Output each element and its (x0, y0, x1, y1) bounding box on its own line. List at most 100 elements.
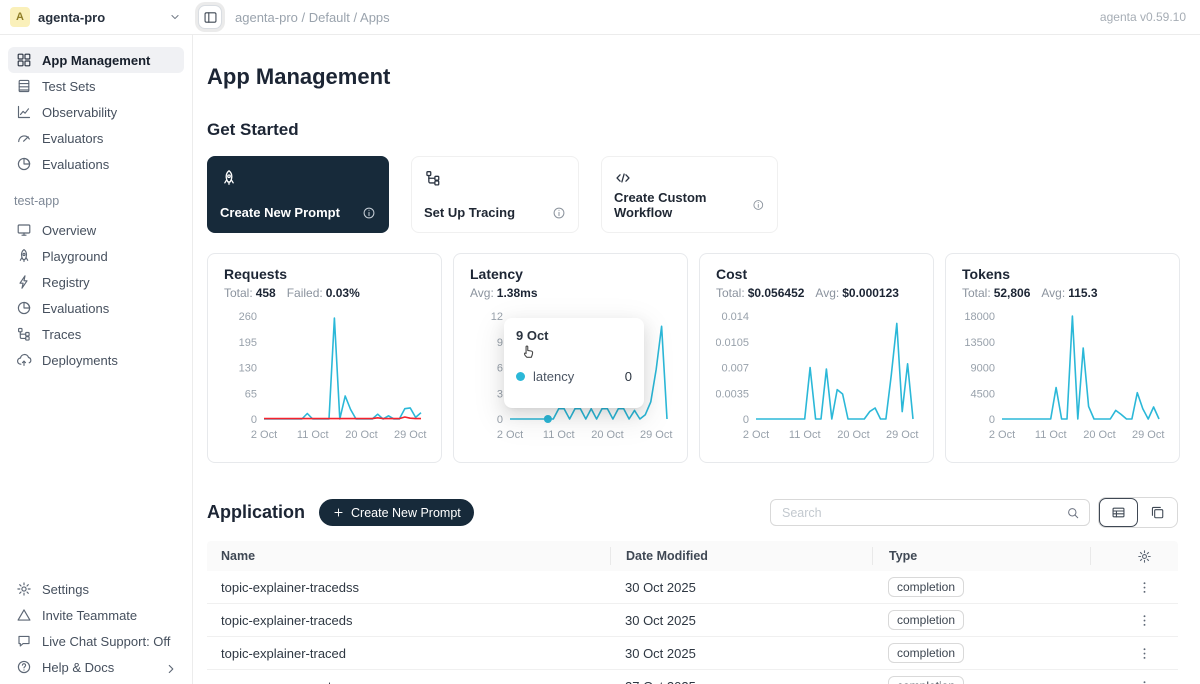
sidebar-item-playground[interactable]: Playground (8, 243, 184, 269)
svg-text:0: 0 (251, 414, 257, 426)
rocket-icon (16, 248, 32, 264)
info-icon[interactable] (752, 198, 765, 212)
svg-text:29 Oct: 29 Oct (1132, 429, 1164, 441)
sidebar-item-app-management[interactable]: App Management (8, 47, 184, 73)
search-input[interactable] (780, 505, 1066, 521)
metric-stat: Avg:1.38ms (470, 286, 538, 300)
svg-text:2 Oct: 2 Oct (743, 429, 769, 441)
svg-text:29 Oct: 29 Oct (394, 429, 426, 441)
triangle-icon (16, 607, 32, 623)
info-icon[interactable] (552, 206, 566, 220)
sidebar-item-label: Playground (42, 249, 108, 264)
metric-stats: Total:458Failed:0.03% (224, 286, 425, 300)
table-settings-gear-icon[interactable] (1137, 549, 1152, 564)
set-up-tracing-card[interactable]: Set Up Tracing (411, 156, 579, 233)
workspace-selector[interactable]: A agenta-pro (10, 7, 182, 27)
sidebar-item-evaluations[interactable]: Evaluations (8, 151, 184, 177)
chevron-right-icon (163, 661, 176, 674)
sidebar-item-label: Invite Teammate (42, 608, 137, 623)
sidebar-item-observability[interactable]: Observability (8, 99, 184, 125)
svg-text:65: 65 (245, 388, 257, 400)
bolt-icon (16, 274, 32, 290)
app-date-modified: 30 Oct 2025 (610, 646, 872, 661)
metric-title: Requests (224, 266, 425, 282)
sidebar-item-evaluators[interactable]: Evaluators (8, 125, 184, 151)
sidebar-item-settings[interactable]: Settings (8, 576, 184, 602)
metric-stat: Avg:115.3 (1041, 286, 1097, 300)
set-up-tracing-label: Set Up Tracing (424, 205, 515, 220)
row-more-actions-icon[interactable] (1137, 580, 1152, 595)
sidebar-item-label: Evaluations (42, 157, 109, 172)
sidebar-item-overview[interactable]: Overview (8, 217, 184, 243)
sidebar: App ManagementTest SetsObservabilityEval… (0, 35, 193, 684)
table-row[interactable]: topic-explainer-traceds30 Oct 2025comple… (207, 604, 1178, 637)
chart-plot[interactable]: 2601951306502 Oct11 Oct20 Oct29 Oct (224, 302, 427, 452)
type-badge: completion (888, 610, 964, 630)
row-more-actions-icon[interactable] (1137, 613, 1152, 628)
card-view-button[interactable] (1138, 498, 1177, 527)
app-type: completion (872, 676, 1090, 684)
table-row[interactable]: career-assessment27 Oct 2025completion (207, 670, 1178, 684)
type-badge: completion (888, 676, 964, 684)
create-new-prompt-card[interactable]: Create New Prompt (207, 156, 389, 233)
sidebar-item-test-sets[interactable]: Test Sets (8, 73, 184, 99)
search-icon[interactable] (1066, 506, 1080, 520)
sidebar-toggle-button[interactable] (198, 5, 222, 29)
chart-plot[interactable]: 18000135009000450002 Oct11 Oct20 Oct29 O… (962, 302, 1165, 452)
table-header-row: Name Date Modified Type (207, 541, 1178, 571)
metric-card-tokens: TokensTotal:52,806Avg:115.31800013500900… (945, 253, 1180, 463)
sidebar-item-label: App Management (42, 53, 150, 68)
sidebar-item-label: Settings (42, 582, 89, 597)
workspace-avatar: A (10, 7, 30, 27)
app-date-modified: 30 Oct 2025 (610, 613, 872, 628)
svg-text:11 Oct: 11 Oct (789, 429, 821, 441)
sidebar-section-label: test-app (14, 194, 184, 208)
gear-icon (16, 581, 32, 597)
sidebar-item-traces[interactable]: Traces (8, 321, 184, 347)
table-row[interactable]: topic-explainer-tracedss30 Oct 2025compl… (207, 571, 1178, 604)
applications-table: Name Date Modified Type topic-explainer-… (207, 541, 1178, 684)
sidebar-item-label: Help & Docs (42, 660, 114, 675)
sidebar-item-live-chat-support-off[interactable]: Live Chat Support: Off (8, 628, 184, 654)
table-row[interactable]: topic-explainer-traced30 Oct 2025complet… (207, 637, 1178, 670)
create-custom-workflow-card[interactable]: Create Custom Workflow (601, 156, 778, 233)
sidebar-item-invite-teammate[interactable]: Invite Teammate (8, 602, 184, 628)
type-badge: completion (888, 577, 964, 597)
row-more-actions-icon[interactable] (1137, 646, 1152, 661)
sidebar-item-registry[interactable]: Registry (8, 269, 184, 295)
chat-icon (16, 633, 32, 649)
column-header-name[interactable]: Name (207, 549, 610, 563)
svg-text:13500: 13500 (964, 337, 995, 349)
svg-text:0.0105: 0.0105 (716, 337, 749, 349)
application-title: Application (207, 502, 305, 523)
info-icon[interactable] (362, 206, 376, 220)
sidebar-item-help-docs[interactable]: Help & Docs (8, 654, 184, 680)
sidebar-item-label: Deployments (42, 353, 118, 368)
svg-text:195: 195 (239, 337, 257, 349)
app-name: topic-explainer-tracedss (207, 580, 610, 595)
column-header-date-modified[interactable]: Date Modified (610, 547, 872, 565)
card-view-icon (1150, 505, 1165, 520)
svg-text:0.014: 0.014 (721, 311, 749, 323)
metric-stat: Failed:0.03% (287, 286, 360, 300)
svg-text:2 Oct: 2 Oct (989, 429, 1015, 441)
column-header-type[interactable]: Type (872, 547, 1090, 565)
chevron-down-icon (168, 10, 182, 24)
svg-text:0: 0 (497, 414, 503, 426)
svg-text:11 Oct: 11 Oct (1035, 429, 1067, 441)
chart-plot[interactable]: 0.0140.01050.0070.003502 Oct11 Oct20 Oct… (716, 302, 919, 452)
view-toggle (1098, 497, 1178, 528)
breadcrumb: agenta-pro / Default / Apps (235, 10, 390, 25)
main-content: App Management Get Started Create New Pr… (193, 35, 1200, 684)
cloud-icon (16, 352, 32, 368)
grid-icon (16, 52, 32, 68)
table-view-button[interactable] (1099, 498, 1138, 527)
create-new-prompt-button[interactable]: Create New Prompt (319, 499, 474, 526)
sidebar-item-deployments[interactable]: Deployments (8, 347, 184, 373)
svg-text:2 Oct: 2 Oct (497, 429, 523, 441)
sidebar-item-evaluations[interactable]: Evaluations (8, 295, 184, 321)
row-more-actions-icon[interactable] (1137, 679, 1152, 684)
svg-text:6: 6 (497, 363, 503, 375)
metric-stats: Total:$0.056452Avg:$0.000123 (716, 286, 917, 300)
svg-text:20 Oct: 20 Oct (1083, 429, 1115, 441)
